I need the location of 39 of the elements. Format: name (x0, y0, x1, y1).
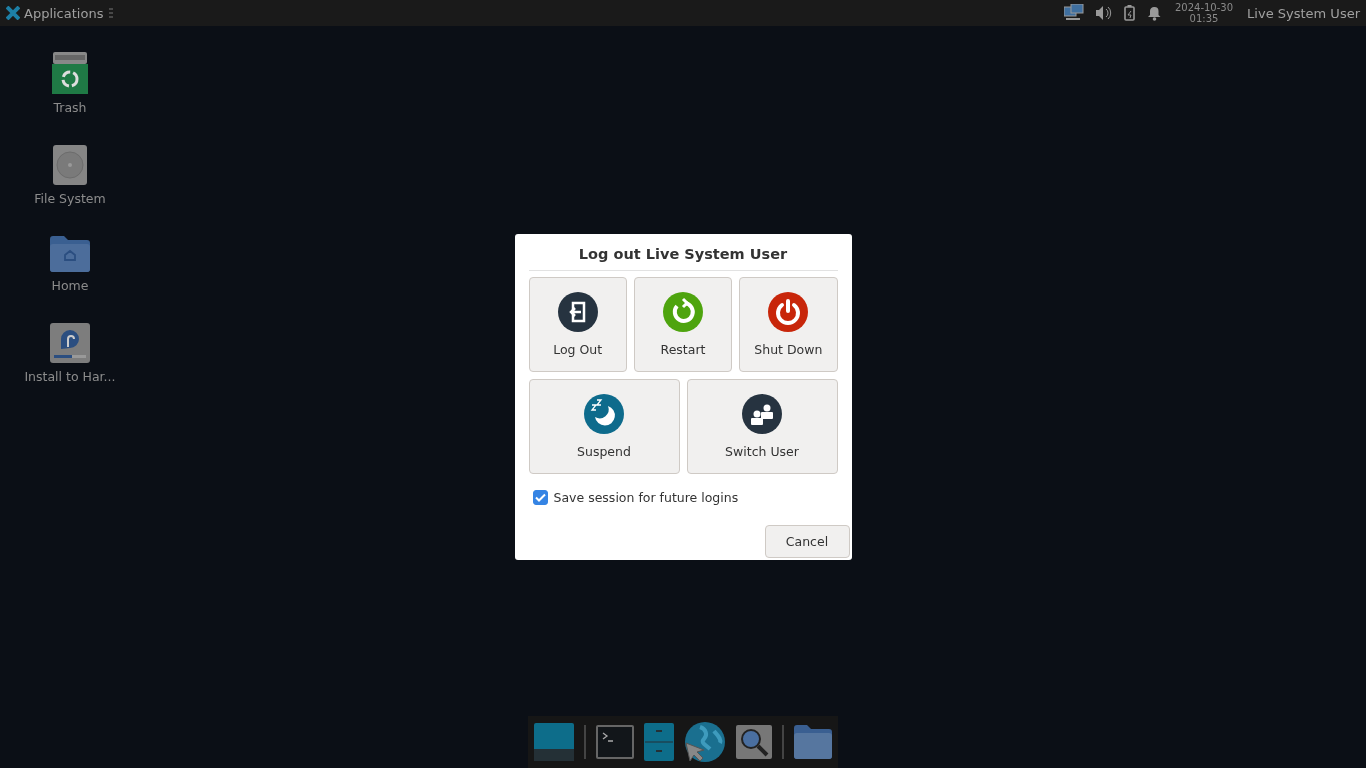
suspend-button[interactable]: Suspend (528, 379, 680, 474)
volume-icon[interactable] (1095, 6, 1112, 20)
handle-icon (109, 8, 114, 18)
desktop-icon-label[interactable]: Trash (53, 100, 87, 115)
app-logo-icon (6, 6, 20, 20)
dialog-title: Log out Live System User (528, 246, 838, 271)
desktop-icon-label[interactable]: Install to Har... (24, 369, 116, 384)
clock-time: 01:35 (1189, 13, 1219, 24)
restart-icon (663, 292, 703, 332)
logout-button[interactable]: Log Out (528, 277, 627, 372)
home-folder-icon (50, 236, 90, 272)
restart-button[interactable]: Restart (633, 277, 733, 372)
user-menu[interactable]: Live System User (1245, 5, 1362, 21)
moon-sleep-icon (584, 394, 624, 434)
desktop-icon-label[interactable]: Home (51, 278, 89, 293)
installer-icon (50, 323, 90, 363)
applications-menu[interactable]: Applications (4, 0, 106, 26)
users-icon (742, 394, 782, 434)
clock[interactable]: 2024-10-30 01:35 (1174, 2, 1234, 24)
show-desktop-icon[interactable] (534, 723, 574, 761)
battery-icon[interactable] (1123, 5, 1136, 21)
cancel-button[interactable]: Cancel (764, 525, 850, 558)
trash-icon (52, 52, 88, 94)
globe-cursor-icon[interactable] (684, 721, 726, 763)
folder-icon[interactable] (794, 725, 832, 759)
bell-icon[interactable] (1147, 5, 1161, 21)
network-icon[interactable] (1063, 4, 1084, 22)
hard-drive-icon (53, 145, 87, 185)
desktop-icon-label[interactable]: File System (34, 191, 106, 206)
power-icon (768, 292, 809, 332)
switch-user-button[interactable]: Switch User (686, 379, 838, 474)
clock-date: 2024-10-30 (1174, 2, 1234, 13)
file-cabinet-icon[interactable] (644, 723, 674, 761)
save-session-checkbox[interactable] (532, 490, 548, 505)
checkbox-label: Save session for future logins (553, 490, 739, 505)
exit-door-icon (557, 292, 598, 332)
terminal-icon[interactable] (596, 725, 634, 759)
search-icon[interactable] (736, 725, 772, 759)
shutdown-button[interactable]: Shut Down (739, 277, 838, 372)
